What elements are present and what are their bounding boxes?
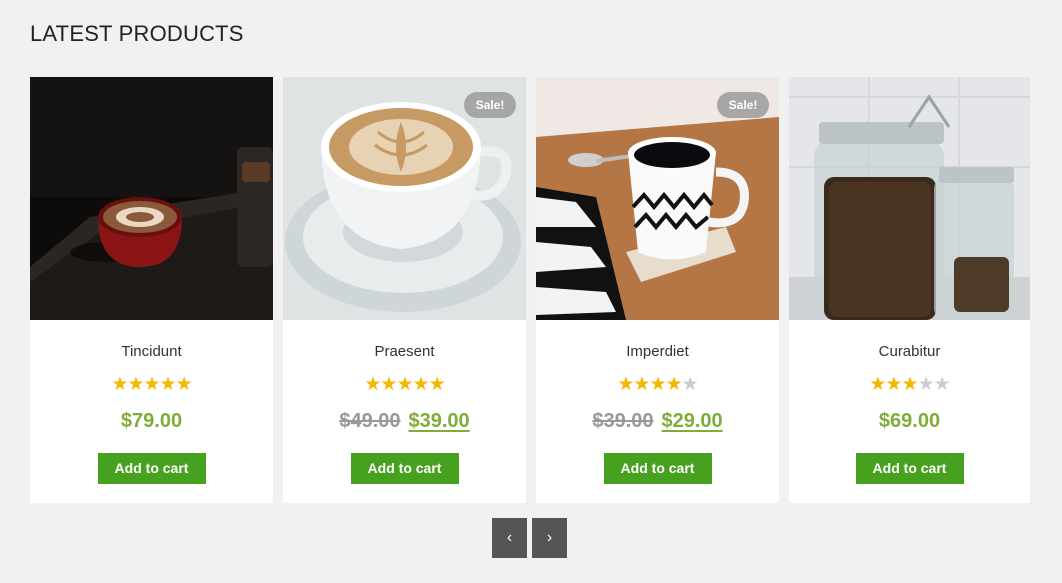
product-carousel: Tincidunt ★★★★★ $79.00 Add to cart Sale!… [30,77,1030,503]
star-icon: ★ [412,374,430,395]
star-icon: ★ [159,374,177,395]
prev-button[interactable]: ‹ [492,518,527,558]
add-to-cart-button[interactable]: Add to cart [855,453,964,484]
product-title[interactable]: Tincidunt [30,343,273,360]
star-icon: ★ [869,374,886,395]
star-empty-icon: ★ [681,374,699,395]
rating-stars: ★★★★★ [283,374,526,396]
rating-stars: ★★★★★ [536,374,779,396]
product-image-latte-art[interactable] [30,77,273,320]
current-price: $69.00 [878,410,941,432]
add-to-cart-button[interactable]: Add to cart [603,453,712,484]
old-price: $49.00 [339,410,401,432]
chevron-right-icon: › [546,529,553,546]
chevron-left-icon: ‹ [506,529,513,546]
sale-badge: Sale! [464,92,516,118]
product-price: $79.00 [30,410,273,433]
add-to-cart-button[interactable]: Add to cart [350,453,459,484]
product-image-coffee-jars[interactable] [789,77,1030,320]
star-icon: ★ [665,374,683,395]
star-icon: ★ [617,374,634,395]
product-card: Sale! Imperdiet ★★★★★ $39.00 $29.00 Add t… [536,77,779,503]
star-icon: ★ [901,374,918,395]
star-icon: ★ [428,374,446,395]
star-icon: ★ [885,374,902,395]
sale-badge: Sale! [717,92,769,118]
product-card: Sale! Praesent ★★★★★ $49.00 $39.00 Add to… [283,77,526,503]
star-icon: ★ [364,374,381,395]
product-title[interactable]: Praesent [283,343,526,360]
star-icon: ★ [380,374,397,395]
rating-stars: ★★★★★ [789,374,1030,396]
product-image-cappuccino[interactable]: Sale! [283,77,526,320]
star-icon: ★ [649,374,666,395]
star-icon: ★ [396,374,413,395]
old-price: $39.00 [592,410,654,432]
product-price: $39.00 $29.00 [536,410,779,433]
product-card: Tincidunt ★★★★★ $79.00 Add to cart [30,77,273,503]
product-title[interactable]: Imperdiet [536,343,779,360]
section-title: LATEST PRODUCTS [30,21,244,46]
star-icon: ★ [175,374,193,395]
star-icon: ★ [111,374,128,395]
star-empty-icon: ★ [933,374,951,395]
sale-price: $39.00 [408,410,470,432]
add-to-cart-button[interactable]: Add to cart [97,453,206,484]
product-price: $69.00 [789,410,1030,433]
product-image-black-coffee[interactable]: Sale! [536,77,779,320]
current-price: $79.00 [120,410,183,432]
sale-price: $29.00 [661,410,723,432]
rating-stars: ★★★★★ [30,374,273,396]
star-icon: ★ [143,374,160,395]
product-card: Curabitur ★★★★★ $69.00 Add to cart [789,77,1030,503]
star-icon: ★ [633,374,650,395]
star-icon: ★ [127,374,144,395]
next-button[interactable]: › [532,518,567,558]
product-title[interactable]: Curabitur [789,343,1030,360]
star-empty-icon: ★ [917,374,935,395]
product-price: $49.00 $39.00 [283,410,526,433]
